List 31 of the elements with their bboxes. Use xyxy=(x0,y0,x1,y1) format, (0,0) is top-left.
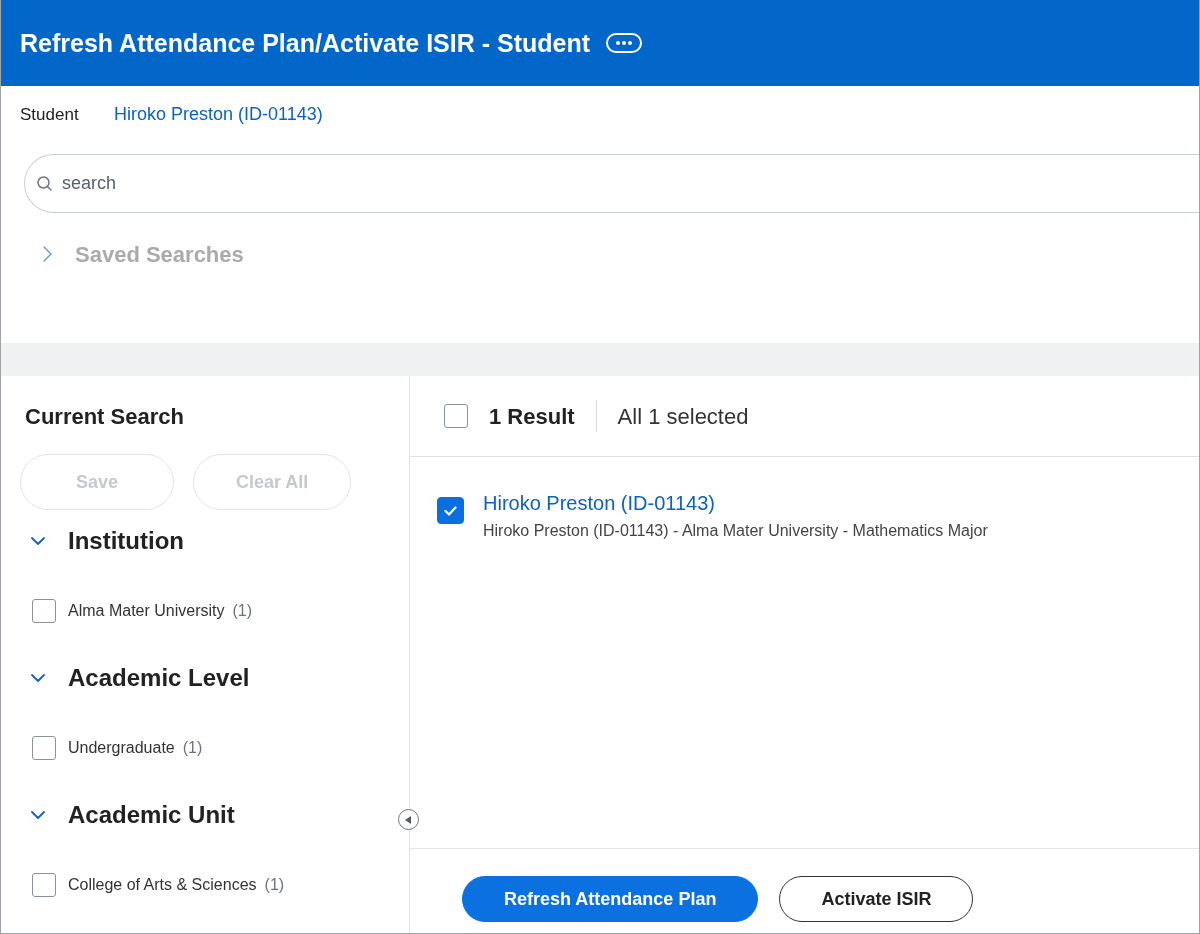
primary-action-button[interactable]: Refresh Attendance Plan xyxy=(462,876,759,922)
option-label: College of Arts & Sciences xyxy=(68,875,257,895)
facet-toggle[interactable]: Institution xyxy=(31,523,184,559)
facet-toggle[interactable]: Academic Unit xyxy=(31,797,235,833)
option-count: (1) xyxy=(232,601,253,621)
checkbox[interactable] xyxy=(32,873,56,897)
option-count: (1) xyxy=(264,875,285,895)
secondary-action-button[interactable]: Activate ISIR xyxy=(779,876,974,922)
result-link[interactable]: Hiroko Preston (ID-01143) xyxy=(483,491,715,515)
facet-toggle[interactable]: Academic Level xyxy=(31,660,250,696)
student-link[interactable]: Hiroko Preston (ID-01143) xyxy=(114,101,323,128)
option-count: (1) xyxy=(182,738,203,758)
search-field[interactable]: search xyxy=(24,154,1199,213)
checkbox[interactable] xyxy=(32,599,56,623)
ellipsis-icon xyxy=(616,41,633,45)
collapse-panel-button[interactable] xyxy=(398,809,419,830)
caret-left-icon xyxy=(404,815,411,824)
section-title: Current Search xyxy=(25,403,184,431)
result-count: 1 Result xyxy=(489,402,575,431)
result-detail: Hiroko Preston (ID-01143) - Alma Mater University - Mathematics Major xyxy=(483,521,988,541)
option-label: Undergraduate xyxy=(68,738,175,758)
checkbox[interactable] xyxy=(444,404,468,428)
checkbox[interactable] xyxy=(32,736,56,760)
search-icon xyxy=(37,176,52,191)
checkbox[interactable] xyxy=(437,497,464,524)
page-title: Refresh Attendance Plan/Activate ISIR - Student xyxy=(20,28,591,58)
option-label: Alma Mater University xyxy=(68,601,225,621)
field-label: Student xyxy=(20,103,80,126)
more-actions-button[interactable] xyxy=(606,33,643,53)
selection-summary: All 1 selected xyxy=(617,402,749,431)
checkmark-icon xyxy=(444,505,457,516)
